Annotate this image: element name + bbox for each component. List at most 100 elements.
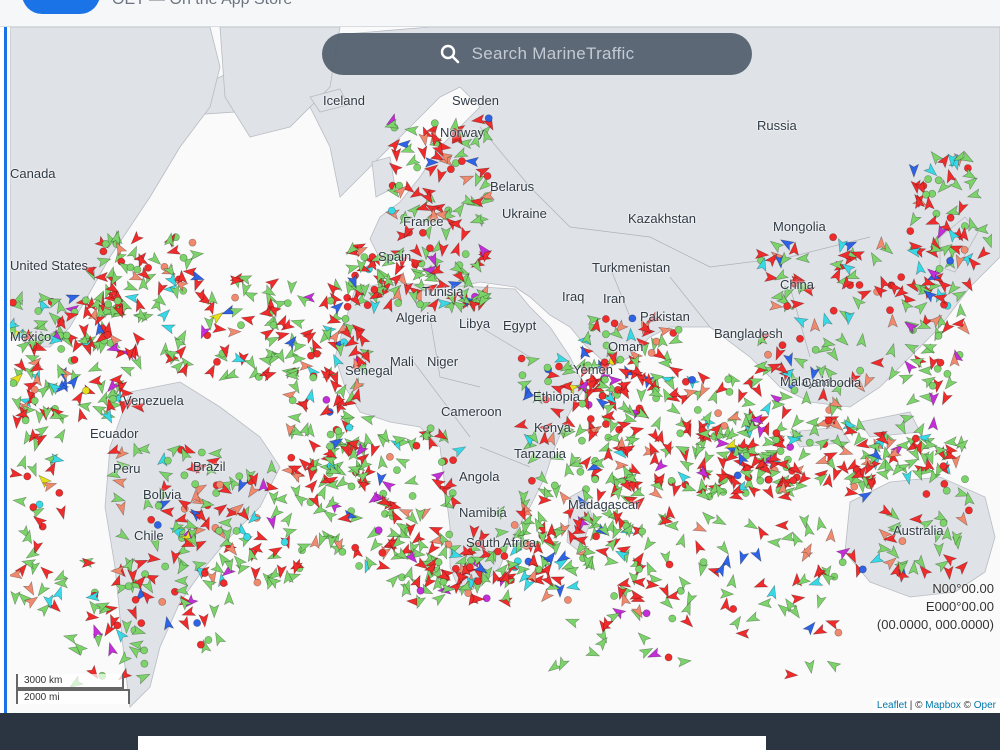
vessel-marker-tanker[interactable] [824, 616, 841, 631]
vessel-marker-tug[interactable] [124, 292, 140, 304]
vessel-marker-tanker[interactable] [772, 429, 781, 437]
vessel-marker-tanker[interactable] [517, 354, 526, 363]
vessel-marker-tanker[interactable] [180, 605, 197, 620]
vessel-marker-tanker[interactable] [351, 543, 360, 552]
vessel-marker-tanker[interactable] [418, 228, 427, 237]
vessel-marker-tanker[interactable] [855, 281, 864, 289]
vessel-marker-cargo[interactable] [904, 392, 921, 409]
vessel-marker-fishing[interactable] [814, 454, 831, 468]
vessel-marker-cargo[interactable] [124, 582, 133, 591]
vessel-marker-cargo[interactable] [934, 176, 943, 185]
vessel-marker-tanker[interactable] [196, 640, 205, 649]
vessel-marker-cargo[interactable] [292, 491, 309, 508]
vessel-marker-cargo[interactable] [179, 253, 188, 262]
vessel-marker-tanker[interactable] [796, 334, 804, 343]
vessel-marker-cargo[interactable] [728, 614, 745, 631]
vessel-marker-tanker[interactable] [166, 244, 182, 257]
vessel-marker-tug[interactable] [759, 400, 774, 417]
vessel-marker-tanker[interactable] [23, 472, 32, 481]
vessel-marker-tug[interactable] [808, 575, 824, 590]
vessel-marker-cargo[interactable] [804, 659, 816, 675]
vessel-marker-cargo[interactable] [355, 562, 363, 570]
vessel-marker-tanker[interactable] [144, 263, 152, 272]
vessel-marker-tanker[interactable] [598, 391, 607, 400]
vessel-marker-passenger[interactable] [749, 547, 765, 564]
vessel-marker-cargo[interactable] [666, 402, 683, 418]
vessel-marker-tanker[interactable] [735, 628, 750, 639]
vessel-marker-tanker[interactable] [343, 302, 352, 311]
vessel-marker-tanker[interactable] [897, 273, 906, 281]
vessel-marker-pleasure[interactable] [927, 416, 939, 431]
vessel-marker-cargo[interactable] [601, 375, 609, 384]
vessel-marker-cargo[interactable] [805, 416, 820, 428]
vessel-marker-tanker[interactable] [274, 329, 291, 342]
vessel-marker-tanker[interactable] [426, 244, 434, 253]
vessel-marker-cargo[interactable] [204, 636, 213, 644]
vessel-marker-passenger[interactable] [858, 565, 867, 574]
vessel-marker-tanker[interactable] [378, 548, 387, 557]
vessel-marker-cargo[interactable] [789, 413, 805, 431]
vessel-marker-tanker[interactable] [363, 301, 372, 310]
vessel-marker-cargo[interactable] [814, 516, 827, 532]
vessel-marker-tanker[interactable] [936, 358, 945, 367]
vessel-marker-passenger[interactable] [628, 314, 637, 323]
vessel-marker-tanker[interactable] [965, 506, 973, 515]
vessel-marker-cargo[interactable] [756, 476, 765, 485]
vessel-marker-pleasure[interactable] [642, 609, 651, 618]
vessel-marker-tanker[interactable] [528, 476, 536, 485]
vessel-marker-cargo[interactable] [30, 396, 39, 405]
vessel-marker-tanker[interactable] [778, 404, 793, 420]
vessel-marker-cargo[interactable] [744, 611, 761, 626]
vessel-marker-cargo[interactable] [518, 371, 527, 380]
osm-link[interactable]: Oper [974, 700, 996, 711]
vessel-marker-tanker[interactable] [664, 653, 673, 662]
vessel-marker-cargo[interactable] [10, 379, 18, 387]
vessel-marker-tanker[interactable] [500, 552, 509, 560]
vessel-marker-cargo[interactable] [215, 526, 224, 535]
vessel-marker-tanker[interactable] [610, 319, 619, 328]
vessel-marker-tanker[interactable] [783, 302, 791, 310]
vessel-marker-cargo[interactable] [546, 659, 563, 675]
vessel-marker-tanker[interactable] [10, 467, 24, 480]
vessel-marker-tanker[interactable] [84, 610, 100, 623]
vessel-marker-fishing[interactable] [714, 409, 722, 418]
vessel-marker-tanker[interactable] [602, 420, 610, 428]
vessel-marker-cargo[interactable] [309, 373, 318, 382]
vessel-marker-cargo[interactable] [757, 597, 773, 609]
vessel-marker-cargo[interactable] [362, 554, 378, 571]
vessel-marker-pleasure[interactable] [322, 395, 331, 404]
vessel-marker-cargo[interactable] [323, 495, 340, 511]
vessel-marker-cargo[interactable] [943, 369, 952, 378]
vessel-marker-tanker[interactable] [774, 520, 789, 531]
vessel-marker-cargo[interactable] [641, 536, 657, 553]
vessel-marker-cargo[interactable] [461, 250, 470, 258]
vessel-marker-tanker[interactable] [465, 563, 474, 572]
vessel-marker-tanker[interactable] [70, 355, 79, 364]
vessel-marker-tanker[interactable] [946, 213, 955, 222]
vessel-marker-fishing[interactable] [231, 293, 239, 302]
vessel-marker-cargo[interactable] [326, 442, 334, 451]
vessel-marker-cargo[interactable] [591, 475, 599, 484]
vessel-marker-passenger[interactable] [688, 375, 696, 384]
vessel-marker-cargo[interactable] [674, 325, 683, 334]
vessel-marker-cargo[interactable] [315, 484, 330, 501]
vessel-marker-tanker[interactable] [103, 330, 112, 339]
vessel-marker-tanker[interactable] [55, 504, 68, 521]
vessel-marker-cargo[interactable] [954, 437, 971, 454]
map-canvas[interactable] [10, 27, 1000, 713]
vessel-marker-tug[interactable] [243, 532, 251, 541]
vessel-marker-cargo[interactable] [676, 429, 685, 438]
vessel-marker-fishing[interactable] [825, 527, 836, 543]
vessel-marker-cargo[interactable] [203, 316, 215, 331]
vessel-marker-cargo[interactable] [564, 615, 580, 629]
vessel-marker-tanker[interactable] [10, 298, 17, 307]
vessel-marker-cargo[interactable] [126, 263, 135, 272]
vessel-marker-tanker[interactable] [449, 456, 457, 465]
search-icon[interactable] [440, 44, 460, 64]
vessel-marker-cargo[interactable] [109, 394, 117, 403]
vessel-marker-cargo[interactable] [932, 209, 941, 218]
vessel-marker-pleasure[interactable] [265, 514, 279, 530]
vessel-marker-cargo[interactable] [635, 565, 643, 573]
vessel-marker-tanker[interactable] [778, 341, 787, 350]
vessel-marker-cargo[interactable] [140, 646, 148, 655]
